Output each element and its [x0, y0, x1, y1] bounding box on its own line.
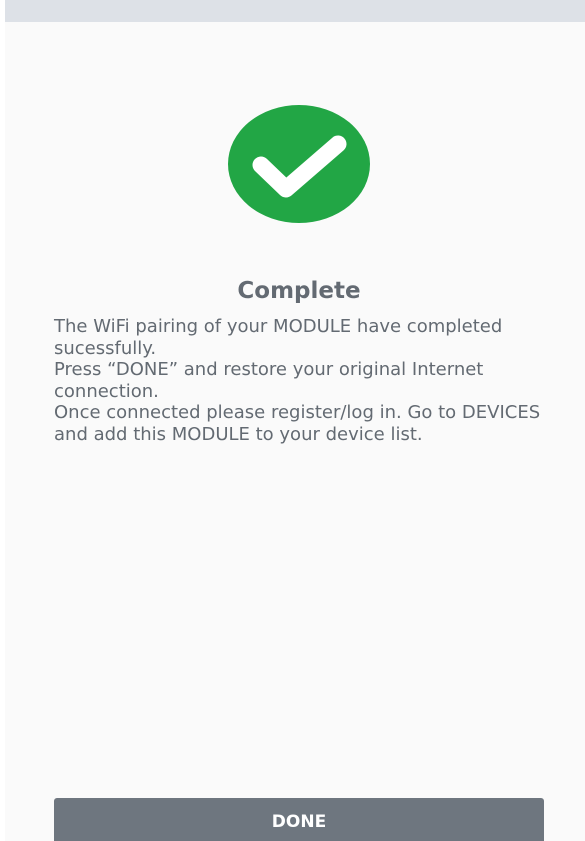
completion-message: The WiFi pairing of your MODULE have com…	[54, 316, 554, 446]
checkmark-icon	[252, 135, 347, 198]
message-line-done: Press “DONE” and restore your original I…	[54, 359, 484, 402]
message-line-pairing: The WiFi pairing of your MODULE have com…	[54, 316, 503, 359]
success-badge	[228, 105, 370, 223]
pairing-complete-screen: Complete The WiFi pairing of your MODULE…	[0, 0, 585, 841]
done-button[interactable]: DONE	[54, 798, 544, 841]
page-title: Complete	[237, 278, 361, 304]
message-line-register: Once connected please register/log in. G…	[54, 402, 541, 445]
status-bar	[5, 0, 585, 22]
